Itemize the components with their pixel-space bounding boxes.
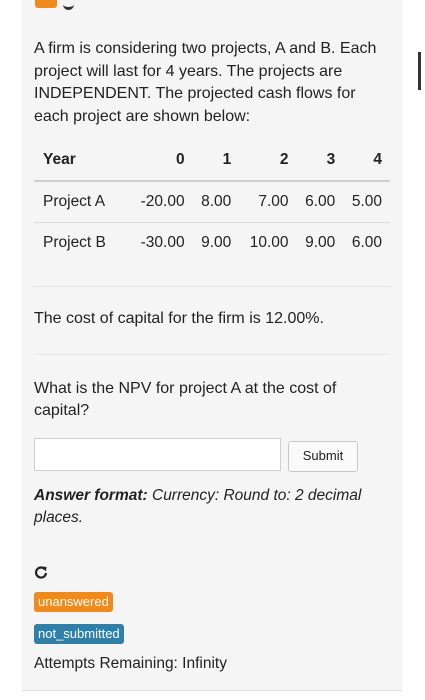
question-prompt: What is the NPV for project A at the cos… bbox=[34, 380, 337, 419]
not-submitted-badge: not_submitted bbox=[34, 624, 124, 644]
submit-button[interactable]: Submit bbox=[288, 441, 358, 472]
answer-format-label: Answer format: bbox=[34, 487, 148, 504]
table-cell: Project A bbox=[34, 181, 129, 223]
table-header: 2 bbox=[239, 140, 297, 182]
table-header: 0 bbox=[129, 140, 193, 182]
table-cell: 6.00 bbox=[351, 234, 382, 251]
table-header: 3 bbox=[296, 140, 344, 182]
unanswered-badge: unanswered bbox=[34, 592, 113, 612]
table-cell: 7.00 bbox=[239, 181, 297, 223]
answer-input[interactable] bbox=[34, 438, 281, 471]
table-cell: -30.00 bbox=[140, 234, 185, 251]
table-cell: 5.00 bbox=[343, 181, 390, 223]
table-cell: Project B bbox=[43, 234, 106, 251]
table-cell: -20.00 bbox=[129, 181, 193, 223]
table-header-row: Year 0 1 2 3 4 bbox=[34, 140, 390, 182]
divider bbox=[34, 286, 390, 287]
cash-flow-table: Year 0 1 2 3 4 Project A -20.00 8.00 7.0… bbox=[34, 140, 390, 263]
table-row: Project B -30.00 9.00 10.00 9.00 6.00 bbox=[34, 223, 390, 264]
divider bbox=[34, 354, 390, 355]
attempts-remaining: Attempts Remaining: Infinity bbox=[34, 655, 227, 672]
cost-of-capital-text: The cost of capital for the firm is 12.0… bbox=[34, 310, 324, 327]
retry-icon[interactable] bbox=[34, 565, 48, 579]
table-cell: 8.00 bbox=[192, 181, 240, 223]
table-cell: 9.00 bbox=[201, 234, 232, 251]
table-header: 4 bbox=[343, 140, 390, 182]
text-cursor-icon bbox=[418, 52, 421, 90]
answer-format-hint: Answer format: Currency: Round to: 2 dec… bbox=[34, 485, 384, 529]
table-header: Year bbox=[34, 140, 129, 182]
question-intro: A firm is considering two projects, A an… bbox=[34, 40, 377, 125]
table-header: 1 bbox=[192, 140, 240, 182]
table-cell: 6.00 bbox=[296, 181, 344, 223]
table-row: Project A -20.00 8.00 7.00 6.00 5.00 bbox=[34, 181, 390, 223]
table-cell: 10.00 bbox=[249, 234, 289, 251]
question-number-badge bbox=[35, 0, 57, 8]
table-cell: 9.00 bbox=[305, 234, 336, 251]
